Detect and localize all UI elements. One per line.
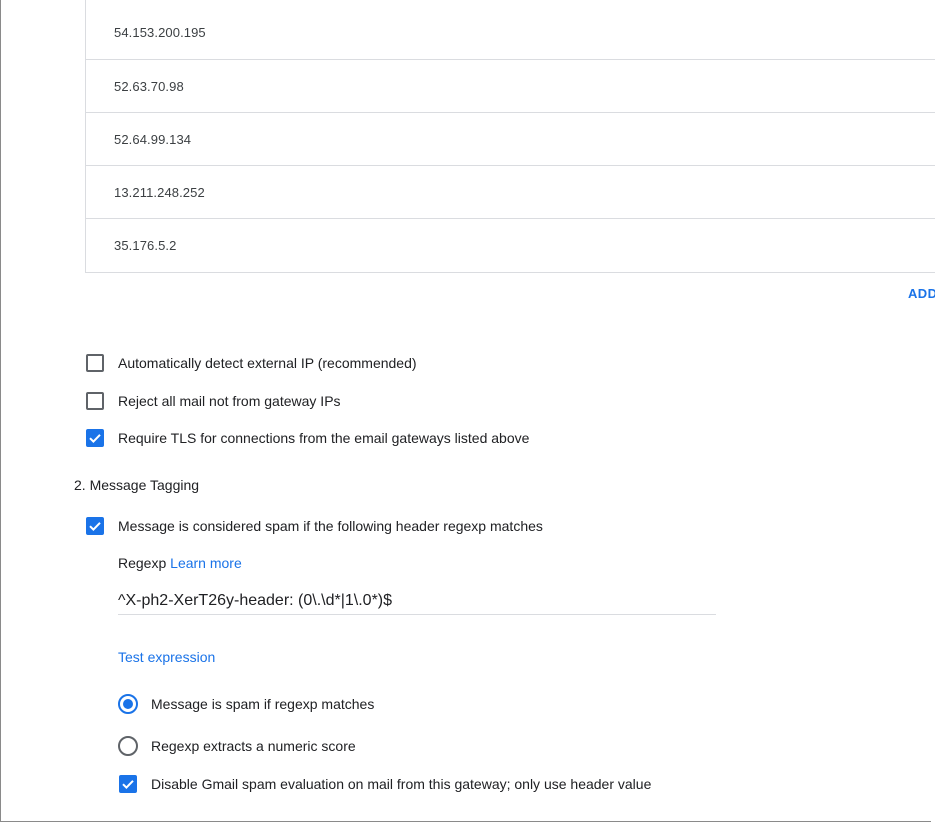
auto-detect-ip-option[interactable]: Automatically detect external IP (recomm… xyxy=(86,354,417,372)
auto-detect-label: Automatically detect external IP (recomm… xyxy=(118,355,417,371)
require-tls-label: Require TLS for connections from the ema… xyxy=(118,430,530,446)
radio-selected-dot xyxy=(123,699,133,709)
add-ip-button[interactable]: ADD xyxy=(908,286,935,301)
message-tagging-title: 2. Message Tagging xyxy=(74,477,200,493)
regexp-label: Regexp Learn more xyxy=(118,555,242,571)
regexp-label-text: Regexp xyxy=(118,555,167,571)
ip-address: 54.153.200.195 xyxy=(114,25,206,40)
reject-non-gateway-label: Reject all mail not from gateway IPs xyxy=(118,393,341,409)
learn-more-link[interactable]: Learn more xyxy=(170,555,242,571)
reject-non-gateway-option[interactable]: Reject all mail not from gateway IPs xyxy=(86,392,341,410)
spam-if-match-label: Message is spam if regexp matches xyxy=(151,696,375,712)
spam-header-checkbox[interactable] xyxy=(86,517,104,535)
table-row[interactable]: 54.153.200.195 xyxy=(86,0,935,60)
numeric-score-radio[interactable] xyxy=(118,736,138,756)
table-row[interactable]: 13.211.248.252 xyxy=(86,166,935,219)
checkmark-icon xyxy=(122,780,134,790)
checkmark-icon xyxy=(89,434,101,444)
regexp-input[interactable]: ^X-ph2-XerT26y-header: (0\.\d*|1\.0*)$ xyxy=(118,587,716,615)
spam-header-label: Message is considered spam if the follow… xyxy=(118,518,543,534)
table-row[interactable]: 52.64.99.134 xyxy=(86,113,935,166)
disable-gmail-eval-option[interactable]: Disable Gmail spam evaluation on mail fr… xyxy=(119,775,651,793)
spam-if-match-radio[interactable] xyxy=(118,694,138,714)
ip-address: 52.63.70.98 xyxy=(114,78,184,94)
table-row[interactable]: 52.63.70.98 xyxy=(86,60,935,113)
checkmark-icon xyxy=(89,522,101,532)
table-row[interactable]: 35.176.5.2 xyxy=(86,219,935,272)
spam-if-match-option[interactable]: Message is spam if regexp matches xyxy=(118,694,374,714)
spam-header-option[interactable]: Message is considered spam if the follow… xyxy=(86,517,543,535)
numeric-score-label: Regexp extracts a numeric score xyxy=(151,738,356,754)
gateway-ip-table: 54.153.200.195 52.63.70.98 52.64.99.134 … xyxy=(85,0,935,273)
ip-address: 13.211.248.252 xyxy=(114,184,205,200)
require-tls-checkbox[interactable] xyxy=(86,429,104,447)
disable-gmail-eval-checkbox[interactable] xyxy=(119,775,137,793)
disable-gmail-eval-label: Disable Gmail spam evaluation on mail fr… xyxy=(151,776,652,792)
require-tls-option[interactable]: Require TLS for connections from the ema… xyxy=(86,429,529,447)
ip-address: 52.64.99.134 xyxy=(114,131,192,147)
regexp-value: ^X-ph2-XerT26y-header: (0\.\d*|1\.0*)$ xyxy=(118,591,393,609)
auto-detect-checkbox[interactable] xyxy=(86,354,104,372)
reject-non-gateway-checkbox[interactable] xyxy=(86,392,104,410)
test-expression-link[interactable]: Test expression xyxy=(118,649,215,665)
ip-address: 35.176.5.2 xyxy=(114,238,177,253)
numeric-score-option[interactable]: Regexp extracts a numeric score xyxy=(118,736,356,756)
